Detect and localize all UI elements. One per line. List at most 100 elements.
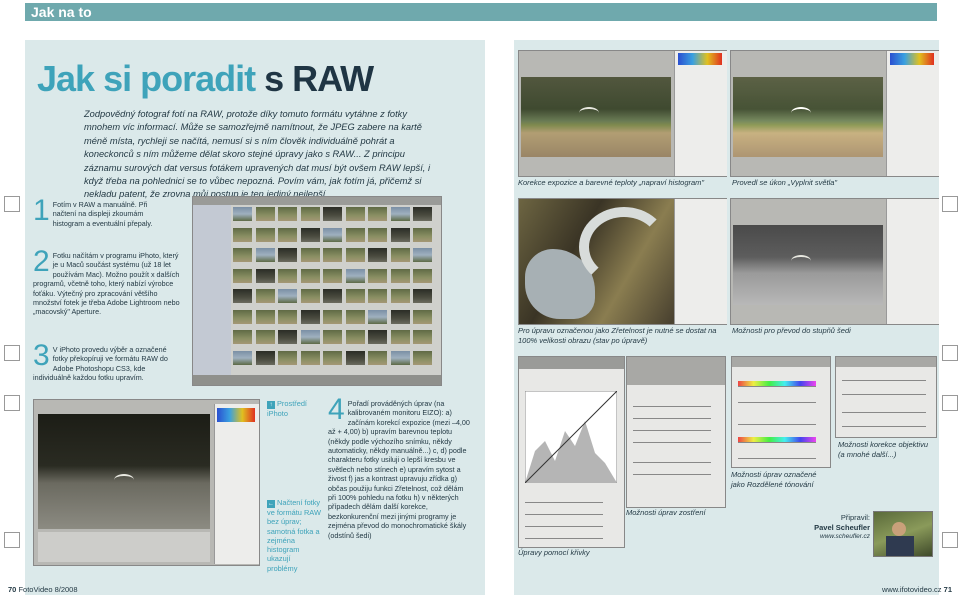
photo-thumbnail[interactable] xyxy=(345,268,365,283)
page-number-left: 70 xyxy=(8,585,17,594)
photo-thumbnail[interactable] xyxy=(300,309,320,324)
photo-thumbnail[interactable] xyxy=(278,248,297,262)
photo-thumbnail[interactable] xyxy=(300,289,320,303)
photo-thumbnail[interactable] xyxy=(323,207,342,221)
photo-thumbnail[interactable] xyxy=(233,207,252,221)
photo-thumbnail[interactable] xyxy=(255,330,275,344)
photo-thumbnail[interactable] xyxy=(390,248,410,262)
sharpen-slider[interactable] xyxy=(633,425,711,431)
photo-thumbnail[interactable] xyxy=(233,309,252,324)
photo-thumbnail[interactable] xyxy=(323,330,342,344)
photo-thumbnail[interactable] xyxy=(300,268,320,283)
photo-thumbnail[interactable] xyxy=(413,289,432,303)
photo-thumbnail[interactable] xyxy=(345,248,365,262)
hue-slider[interactable] xyxy=(738,381,816,387)
sharpen-slider[interactable] xyxy=(633,457,711,463)
photo-thumbnail[interactable] xyxy=(390,268,410,283)
photo-thumbnail[interactable] xyxy=(413,207,432,221)
photo-thumbnail[interactable] xyxy=(233,350,252,365)
photo-thumbnail[interactable] xyxy=(413,350,432,365)
photo-thumbnail[interactable] xyxy=(255,207,275,221)
photo-thumbnail[interactable] xyxy=(233,268,252,283)
photo-thumbnail[interactable] xyxy=(368,330,387,344)
photo-thumbnail[interactable] xyxy=(345,227,365,242)
photo-thumbnail[interactable] xyxy=(300,350,320,365)
photo-thumbnail[interactable] xyxy=(368,350,387,365)
photo-thumbnail[interactable] xyxy=(278,309,297,324)
photo-thumbnail[interactable] xyxy=(278,289,297,303)
heron-shape xyxy=(114,474,134,486)
photo-thumbnail[interactable] xyxy=(233,227,252,242)
sharpen-slider[interactable] xyxy=(633,401,711,407)
saturation-slider[interactable] xyxy=(738,453,816,459)
photo-thumbnail[interactable] xyxy=(233,289,252,303)
photo-thumbnail[interactable] xyxy=(255,268,275,283)
photo-thumbnail[interactable] xyxy=(368,289,387,303)
curve-panel-header xyxy=(519,357,624,369)
photo-thumbnail[interactable] xyxy=(345,207,365,221)
photo-thumbnail[interactable] xyxy=(278,350,297,365)
photo-thumbnail[interactable] xyxy=(323,289,342,303)
photo-thumbnail[interactable] xyxy=(345,309,365,324)
sharpen-slider[interactable] xyxy=(633,413,711,419)
photo-thumbnail[interactable] xyxy=(345,289,365,303)
photo-thumbnail[interactable] xyxy=(413,309,432,324)
photo-thumbnail[interactable] xyxy=(255,309,275,324)
photo-thumbnail[interactable] xyxy=(413,248,432,262)
photo-thumbnail[interactable] xyxy=(323,248,342,262)
photo-thumbnail[interactable] xyxy=(278,330,297,344)
photo-thumbnail[interactable] xyxy=(345,350,365,365)
photo-thumbnail[interactable] xyxy=(233,248,252,262)
photo-thumbnail[interactable] xyxy=(255,227,275,242)
arrow-left-icon: ← xyxy=(267,500,275,508)
photo-thumbnail[interactable] xyxy=(323,350,342,365)
photo-thumbnail[interactable] xyxy=(368,268,387,283)
photo-thumbnail[interactable] xyxy=(413,227,432,242)
lens-slider[interactable] xyxy=(842,421,926,427)
photo-thumbnail[interactable] xyxy=(390,350,410,365)
photo-thumbnail[interactable] xyxy=(255,248,275,262)
photo-thumbnail[interactable] xyxy=(390,289,410,303)
photo-thumbnail[interactable] xyxy=(323,227,342,242)
magazine-url: www.ifotovideo.cz xyxy=(881,585,942,594)
photo-thumbnail[interactable] xyxy=(390,309,410,324)
lens-slider[interactable] xyxy=(842,375,926,381)
photo-thumbnail[interactable] xyxy=(413,268,432,283)
curve-slider[interactable] xyxy=(525,521,603,527)
author-credit: Připravil: Pavel Scheufler www.scheufler… xyxy=(800,513,870,542)
photo-thumbnail[interactable] xyxy=(368,207,387,221)
photo-thumbnail[interactable] xyxy=(368,227,387,242)
photo-thumbnail[interactable] xyxy=(300,248,320,262)
sharpen-slider[interactable] xyxy=(633,469,711,475)
saturation-slider[interactable] xyxy=(738,397,816,403)
photo-thumbnail[interactable] xyxy=(255,289,275,303)
photo-thumbnail[interactable] xyxy=(345,330,365,344)
photo-thumbnail[interactable] xyxy=(323,268,342,283)
curve-slider[interactable] xyxy=(525,509,603,515)
balance-slider[interactable] xyxy=(738,419,816,425)
photo-thumbnail[interactable] xyxy=(368,248,387,262)
photo-thumbnail[interactable] xyxy=(323,309,342,324)
photo-thumbnail[interactable] xyxy=(390,227,410,242)
curve-slider[interactable] xyxy=(525,497,603,503)
photo-thumbnail[interactable] xyxy=(413,330,432,344)
photo-thumbnail[interactable] xyxy=(233,330,252,344)
hue-slider[interactable] xyxy=(738,437,816,443)
photo-thumbnail[interactable] xyxy=(255,350,275,365)
lens-slider[interactable] xyxy=(842,407,926,413)
photo-thumbnail[interactable] xyxy=(278,227,297,242)
photo-thumbnail[interactable] xyxy=(300,330,320,344)
lens-slider[interactable] xyxy=(842,389,926,395)
photo-thumbnail[interactable] xyxy=(368,309,387,324)
photo-thumbnail[interactable] xyxy=(390,330,410,344)
photo-thumbnail[interactable] xyxy=(300,207,320,221)
sharpen-slider[interactable] xyxy=(633,437,711,443)
histogram-icon xyxy=(890,53,934,65)
sharpen-panel-header xyxy=(627,357,725,385)
photo-thumbnail[interactable] xyxy=(390,207,410,221)
photo-thumbnail[interactable] xyxy=(278,268,297,283)
curve-slider[interactable] xyxy=(525,533,603,539)
photo-thumbnail[interactable] xyxy=(278,207,297,221)
photo-thumbnail[interactable] xyxy=(300,227,320,242)
credit-url: www.scheufler.cz xyxy=(820,533,870,540)
